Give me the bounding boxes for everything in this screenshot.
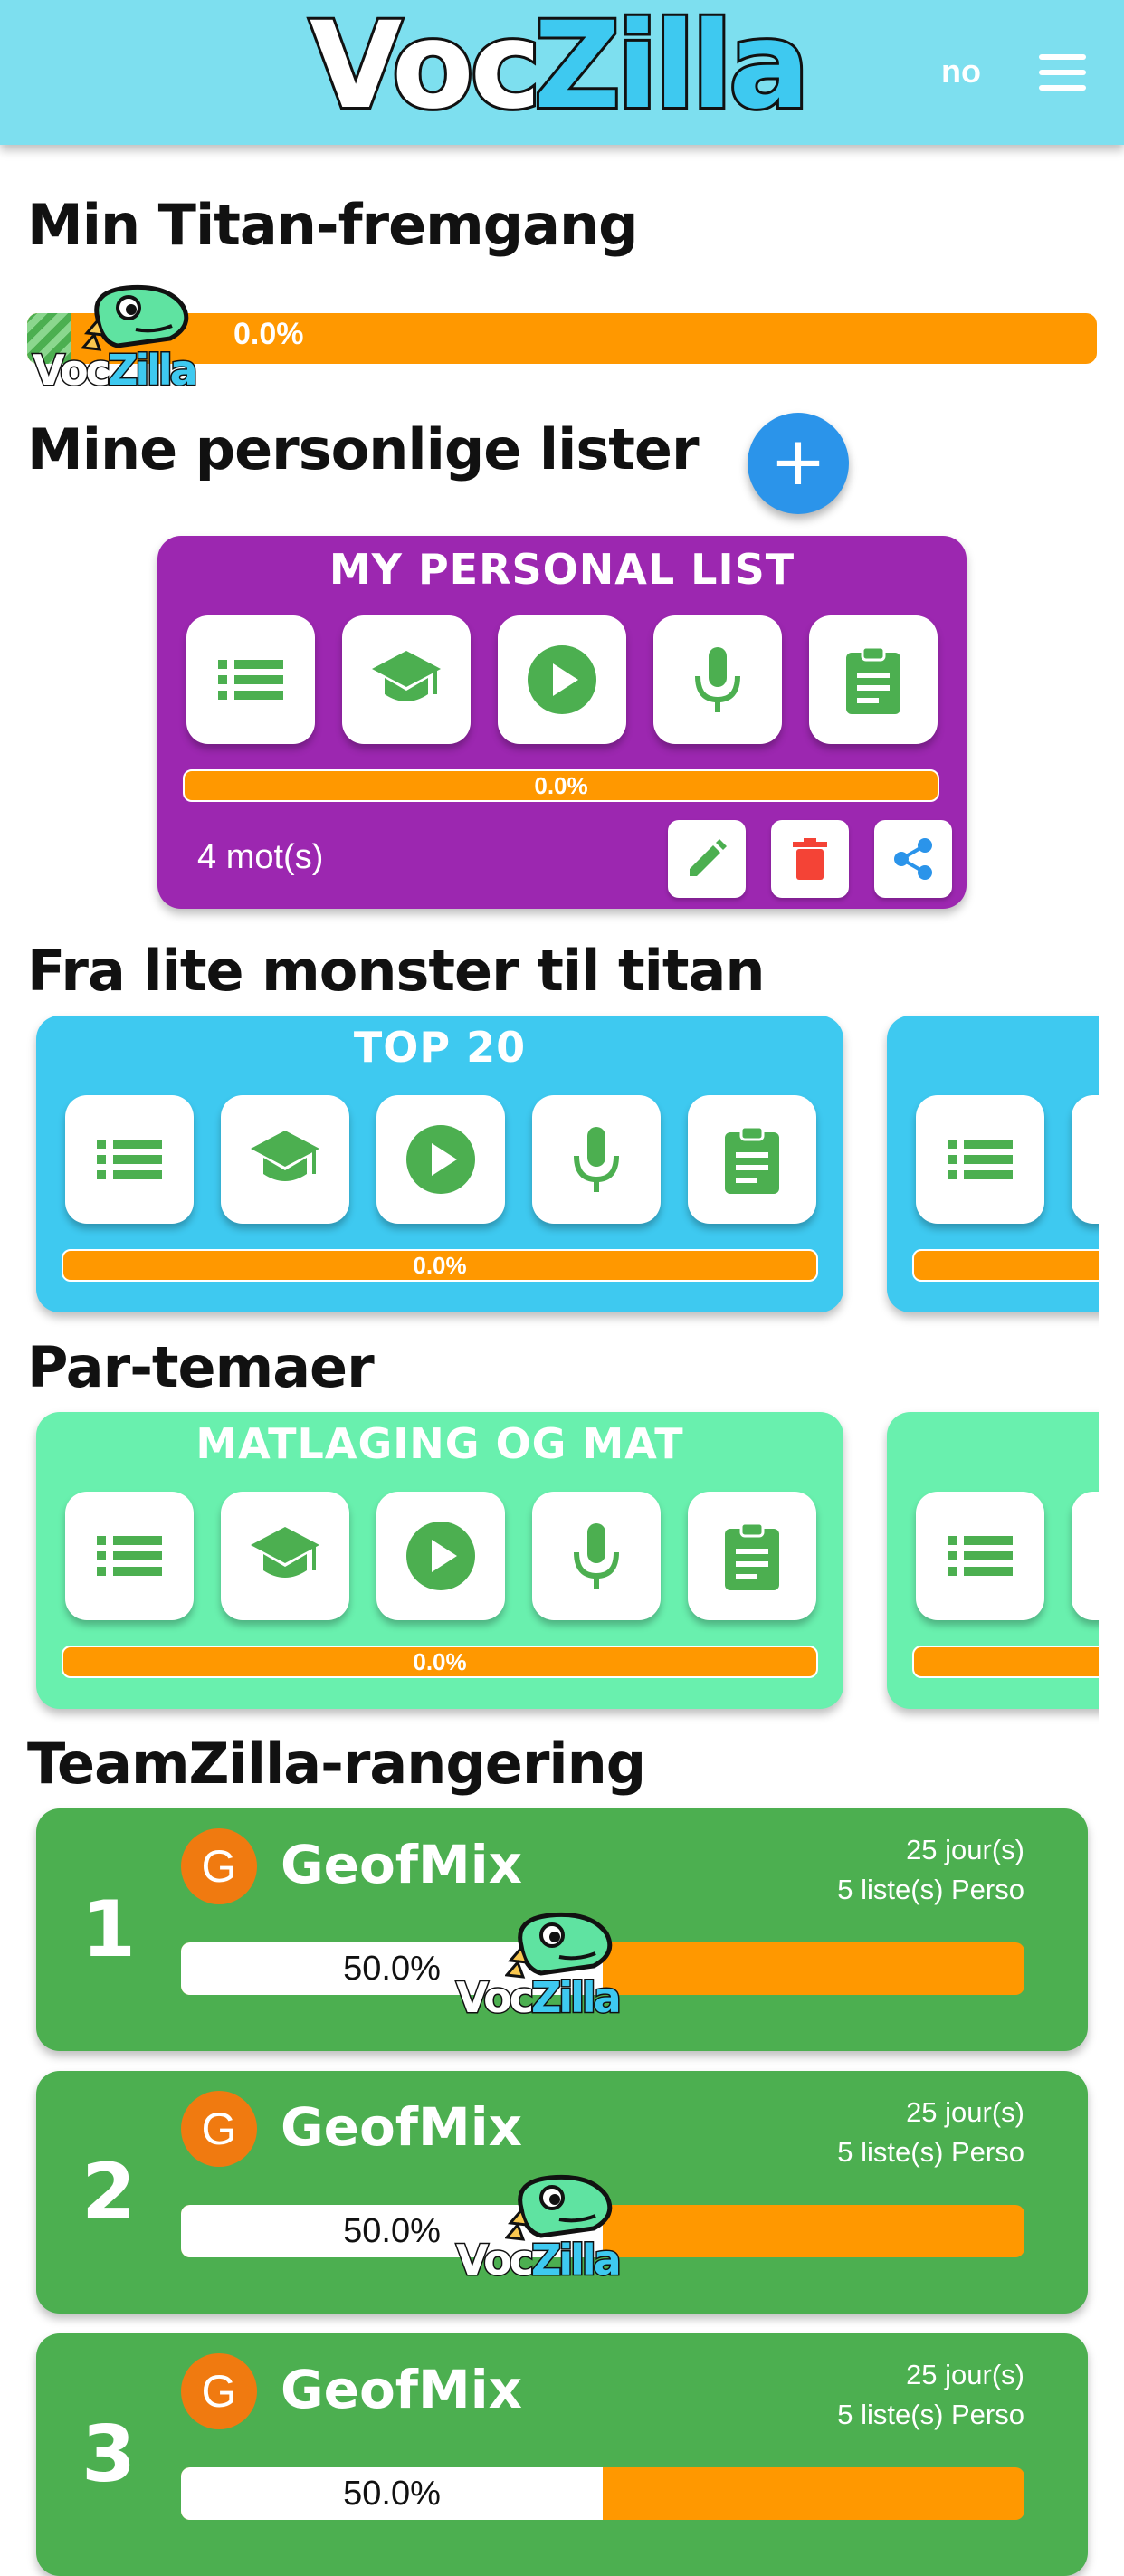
share-icon [894, 838, 932, 880]
test-button[interactable] [809, 615, 938, 744]
days-count: 25 jour(s) [906, 1834, 1024, 1865]
learn-button[interactable] [221, 1095, 349, 1224]
list-icon [948, 1140, 1013, 1179]
learn-button[interactable] [342, 615, 471, 744]
top20-list-card[interactable]: TOP 20 0.0% [36, 1016, 843, 1312]
mascot-wordmark: VocZilla [455, 1972, 624, 2024]
ranking-row[interactable]: 3 G GeofMix 25 jour(s) 5 liste(s) Perso 5… [36, 2333, 1088, 2576]
voczilla-mascot: VocZilla [32, 282, 223, 400]
days-count: 25 jour(s) [906, 2096, 1024, 2128]
test-button[interactable] [688, 1492, 816, 1620]
next-list-card[interactable] [887, 1016, 1124, 1312]
ranking-row[interactable]: 2 G GeofMix 25 jour(s) 5 liste(s) Perso 5… [36, 2071, 1088, 2314]
language-selector[interactable]: no [941, 52, 995, 91]
titan-progress-label: 0.0% [233, 317, 304, 351]
microphone-button[interactable] [653, 615, 782, 744]
user-name: GeofMix [281, 1834, 523, 1895]
rank-number: 2 [81, 2147, 136, 2237]
pencil-icon [690, 839, 727, 876]
user-stats: 25 jour(s) 5 liste(s) Perso [837, 2093, 1024, 2172]
graduation-cap-icon [372, 651, 441, 701]
learn-button[interactable] [221, 1492, 349, 1620]
logo-zilla-text: Zilla [531, 0, 813, 138]
microphone-icon [695, 647, 740, 712]
microphone-button[interactable] [532, 1492, 661, 1620]
user-stats: 25 jour(s) 5 liste(s) Perso [837, 1830, 1024, 1910]
list-progress-bar: 0.0% [62, 1249, 818, 1282]
scroll-mask [1099, 1394, 1124, 1738]
user-avatar: G [181, 2353, 257, 2429]
play-button[interactable] [376, 1492, 505, 1620]
edit-list-button[interactable] [668, 820, 746, 898]
card-title: MATLAGING OG MAT [195, 1419, 684, 1468]
share-list-button[interactable] [874, 820, 952, 898]
clipboard-icon [846, 645, 900, 714]
graduation-cap-icon [251, 1527, 319, 1578]
list-progress-bar: 0.0% [62, 1646, 818, 1678]
rank-number: 1 [81, 1884, 136, 1975]
word-count: 4 mot(s) [197, 838, 324, 876]
card-title: MY PERSONAL LIST [329, 545, 795, 594]
list-icon [97, 1536, 162, 1576]
list-progress-bar [912, 1249, 1124, 1282]
user-name: GeofMix [281, 2359, 523, 2420]
word-list-button[interactable] [65, 1095, 194, 1224]
hamburger-menu-icon[interactable] [1039, 54, 1086, 91]
user-progress-label: 50.0% [343, 2475, 441, 2513]
user-name: GeofMix [281, 2096, 523, 2158]
user-stats: 25 jour(s) 5 liste(s) Perso [837, 2355, 1024, 2435]
voczilla-mascot: VocZilla [455, 2172, 646, 2290]
cooking-list-card[interactable]: MATLAGING OG MAT 0.0% [36, 1412, 843, 1709]
voczilla-mascot: VocZilla [455, 1910, 646, 2027]
user-avatar: G [181, 1828, 257, 1904]
personal-lists-title: Mine personlige lister [27, 416, 700, 482]
themes-title: Par-temaer [27, 1334, 375, 1400]
mascot-wordmark: VocZilla [455, 2235, 624, 2286]
lists-count: 5 liste(s) Perso [837, 2399, 1024, 2430]
microphone-button[interactable] [532, 1095, 661, 1224]
voczilla-logo[interactable]: Voc Zilla [302, 0, 824, 138]
monster-to-titan-title: Fra lite monster til titan [27, 938, 765, 1004]
word-list-button[interactable] [186, 615, 315, 744]
clipboard-icon [725, 1125, 779, 1194]
logo-voc-text: Voc [307, 0, 544, 138]
lists-count: 5 liste(s) Perso [837, 1874, 1024, 1905]
list-progress-bar [912, 1646, 1124, 1678]
test-button[interactable] [688, 1095, 816, 1224]
lists-count: 5 liste(s) Perso [837, 2136, 1024, 2168]
play-icon [528, 645, 596, 714]
titan-progress-title: Min Titan-fremgang [27, 192, 639, 258]
scroll-mask [1099, 996, 1124, 1340]
word-list-button[interactable] [916, 1095, 1044, 1224]
next-theme-card[interactable] [887, 1412, 1124, 1709]
list-icon [948, 1536, 1013, 1576]
list-icon [97, 1140, 162, 1179]
ranking-title: TeamZilla-rangering [27, 1731, 646, 1797]
mascot-wordmark: VocZilla [32, 345, 200, 396]
word-list-button[interactable] [65, 1492, 194, 1620]
list-progress-bar: 0.0% [183, 769, 939, 802]
days-count: 25 jour(s) [906, 2359, 1024, 2390]
delete-list-button[interactable] [771, 820, 849, 898]
microphone-icon [574, 1523, 619, 1589]
app-header: Voc Zilla no [0, 0, 1124, 145]
clipboard-icon [725, 1522, 779, 1590]
play-button[interactable] [498, 615, 626, 744]
user-avatar: G [181, 2091, 257, 2167]
card-title: TOP 20 [353, 1023, 527, 1072]
play-icon [406, 1125, 475, 1194]
list-icon [218, 660, 283, 700]
microphone-icon [574, 1127, 619, 1192]
word-list-button[interactable] [916, 1492, 1044, 1620]
play-button[interactable] [376, 1095, 505, 1224]
add-list-button[interactable]: + [748, 413, 849, 514]
personal-list-card[interactable]: MY PERSONAL LIST 0.0% 4 mot(s) [157, 536, 967, 909]
trash-icon [793, 838, 827, 880]
rank-number: 3 [81, 2409, 136, 2500]
ranking-row[interactable]: 1 G GeofMix 25 jour(s) 5 liste(s) Perso 5… [36, 1808, 1088, 2051]
graduation-cap-icon [251, 1131, 319, 1181]
play-icon [406, 1522, 475, 1590]
